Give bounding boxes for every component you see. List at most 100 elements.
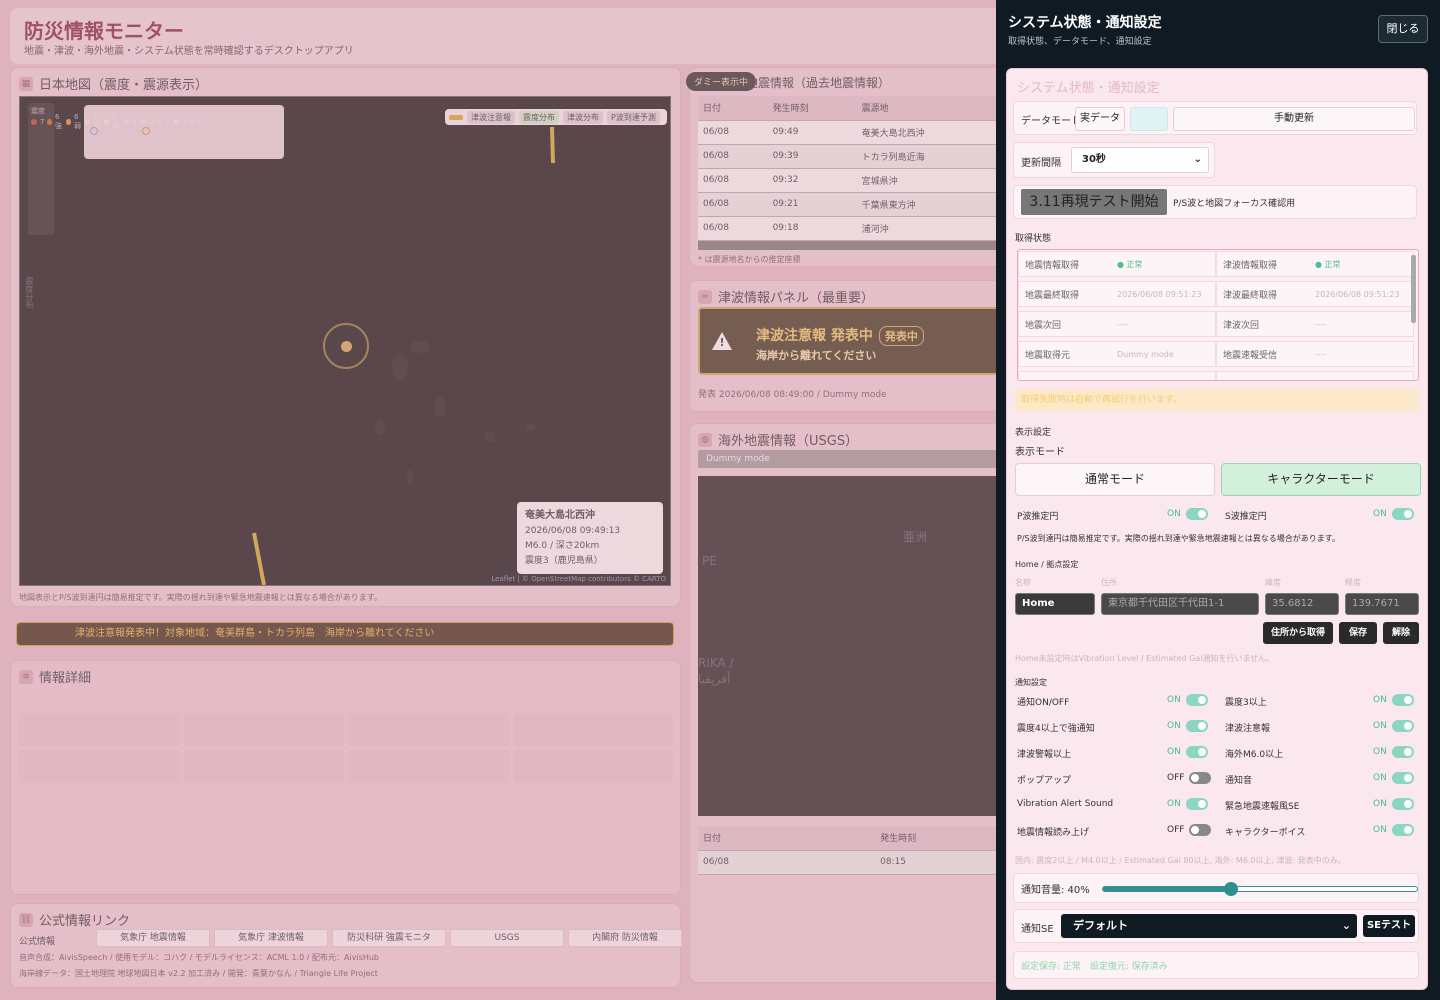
status-cell: 地震取得元 Dummy mode bbox=[1018, 341, 1216, 367]
notify-toggle[interactable]: ON bbox=[1167, 694, 1208, 706]
home-address-input[interactable]: 東京都千代田区千代田1-1 bbox=[1101, 593, 1259, 615]
status-value: 2026/06/08 09:51:23 bbox=[1315, 289, 1400, 299]
manual-refresh-button[interactable]: 手動更新 bbox=[1173, 107, 1415, 131]
notify-toggle-label: 津波注意報 bbox=[1225, 724, 1271, 734]
status-key: 地震速報受信 bbox=[1223, 350, 1278, 361]
character-mode-button[interactable]: キャラクターモード bbox=[1221, 463, 1421, 496]
home-save-button[interactable]: 保存 bbox=[1339, 622, 1377, 644]
home-lon-input[interactable]: 139.7671 bbox=[1345, 593, 1419, 615]
status-key: 地震情報取得 bbox=[1025, 260, 1080, 271]
home-clear-button[interactable]: 解除 bbox=[1383, 622, 1419, 644]
notify-toggle[interactable]: ON bbox=[1373, 798, 1414, 810]
notify-toggle[interactable]: ON bbox=[1373, 772, 1414, 784]
status-grid: 地震情報取得 ● 正常 津波情報取得 ● 正常 地震最終取得 2026/06/08 09:… bbox=[1017, 249, 1419, 381]
status-cell: 津波最終取得 2026/06/08 09:51:23 bbox=[1216, 281, 1414, 307]
settings-card: システム状態・通知設定 データモード 実データ 手動更新 更新間隔 30秒 ⌄ 3… bbox=[1006, 68, 1428, 990]
notify-toggle-label: 震度3以上 bbox=[1225, 698, 1267, 708]
display-title: 表示設定 bbox=[1015, 428, 1052, 438]
toggle-switch[interactable] bbox=[1185, 798, 1208, 810]
real-data-button[interactable]: 実データ bbox=[1075, 107, 1125, 131]
normal-mode-button[interactable]: 通常モード bbox=[1015, 463, 1215, 496]
status-key: 地図表示 bbox=[1223, 378, 1315, 381]
status-value: ---- bbox=[1315, 319, 1327, 329]
dummy-data-button[interactable] bbox=[1130, 107, 1168, 131]
status-key: 地震次回 bbox=[1025, 320, 1062, 331]
drawer-subtitle: 取得状態、データモード、通知設定 bbox=[1008, 37, 1152, 47]
s-circle-switch[interactable] bbox=[1391, 508, 1414, 520]
toggle-state: ON bbox=[1373, 721, 1387, 731]
status-value: ---- bbox=[1315, 349, 1327, 359]
notify-toggle-label: キャラクターボイス bbox=[1225, 828, 1306, 838]
geocode-button[interactable]: 住所から取得 bbox=[1263, 622, 1333, 644]
toggle-switch[interactable] bbox=[1185, 746, 1208, 758]
notify-toggle-label: ポップアップ bbox=[1017, 776, 1072, 786]
home-note: Home未設定時はVibration Level / Estimated Gal… bbox=[1015, 654, 1275, 663]
status-cell: 地震次回 ---- bbox=[1018, 311, 1216, 337]
notify-note: 国内: 震度2以上 / M4.0以上 / Estimated Gal 80以上,… bbox=[1015, 856, 1346, 865]
status-value: ● 正常 bbox=[1315, 259, 1341, 269]
se-label: 通知SE bbox=[1021, 924, 1054, 935]
home-lat-input[interactable]: 35.6812 bbox=[1265, 593, 1339, 615]
s-circle-state: ON bbox=[1373, 509, 1387, 519]
ps-note: P/S波到達円は簡易推定です。実際の揺れ到達や緊急地震速報とは異なる場合がありま… bbox=[1017, 534, 1340, 543]
toggle-switch[interactable] bbox=[1189, 824, 1212, 836]
status-value: ● 正常 bbox=[1117, 259, 1143, 269]
data-mode-label: データモード bbox=[1021, 116, 1081, 127]
notify-toggle-label: 海外M6.0以上 bbox=[1225, 750, 1284, 760]
notify-toggle-label: 地震情報読み上げ bbox=[1017, 828, 1090, 838]
home-name-input[interactable]: Home bbox=[1015, 593, 1095, 615]
se-value: デフォルト bbox=[1073, 919, 1128, 932]
status-scrollbar[interactable] bbox=[1411, 255, 1416, 323]
status-key: 地震最終取得 bbox=[1025, 290, 1080, 301]
status-cell: 地震速報受信 ---- bbox=[1216, 341, 1414, 367]
toggle-switch[interactable] bbox=[1189, 772, 1212, 784]
toggle-switch[interactable] bbox=[1391, 720, 1414, 732]
drawer-title: システム状態・通知設定 bbox=[1008, 15, 1162, 31]
toggle-switch[interactable] bbox=[1185, 694, 1208, 706]
status-cell: 津波次回 ---- bbox=[1216, 311, 1414, 337]
notify-toggle[interactable]: ON bbox=[1167, 720, 1208, 732]
toggle-switch[interactable] bbox=[1391, 746, 1414, 758]
test-start-button[interactable]: 3.11再現テスト開始 bbox=[1021, 189, 1167, 215]
status-value: Dummy mode bbox=[1117, 380, 1174, 381]
status-cell: 津波情報取得 ● 正常 bbox=[1216, 251, 1414, 277]
toggle-switch[interactable] bbox=[1391, 772, 1414, 784]
notify-toggle[interactable]: ON bbox=[1167, 798, 1208, 810]
toggle-switch[interactable] bbox=[1391, 694, 1414, 706]
toggle-state: ON bbox=[1373, 695, 1387, 705]
toggle-state: OFF bbox=[1167, 825, 1185, 835]
notify-toggle[interactable]: ON bbox=[1373, 746, 1414, 758]
se-test-button[interactable]: SEテスト bbox=[1363, 915, 1415, 937]
close-button[interactable]: 閉じる bbox=[1378, 15, 1428, 43]
toggle-switch[interactable] bbox=[1391, 798, 1414, 810]
s-circle-toggle[interactable]: ON bbox=[1373, 508, 1414, 520]
volume-slider[interactable] bbox=[1102, 882, 1418, 896]
notify-toggle[interactable]: ON bbox=[1373, 694, 1414, 706]
notify-toggle[interactable]: ON bbox=[1167, 746, 1208, 758]
p-circle-switch[interactable] bbox=[1185, 508, 1208, 520]
notify-toggle-label: 津波警報以上 bbox=[1017, 750, 1072, 760]
test-note: P/S波と地図フォーカス確認用 bbox=[1173, 199, 1296, 209]
home-lon-label: 経度 bbox=[1345, 578, 1361, 587]
chevron-down-icon: ⌄ bbox=[1193, 154, 1202, 165]
status-row: 地震次回 ---- 津波次回 ---- bbox=[1018, 310, 1414, 338]
toggle-switch[interactable] bbox=[1391, 824, 1414, 836]
p-circle-label: P波推定円 bbox=[1017, 512, 1059, 522]
notify-toggle[interactable]: ON bbox=[1373, 720, 1414, 732]
volume-knob[interactable] bbox=[1223, 882, 1238, 896]
card-title: システム状態・通知設定 bbox=[1017, 81, 1160, 96]
s-circle-label: S波推定円 bbox=[1225, 512, 1267, 522]
modal-overlay[interactable] bbox=[0, 0, 996, 1000]
interval-select[interactable]: 30秒 ⌄ bbox=[1071, 147, 1209, 173]
home-lat-label: 緯度 bbox=[1265, 578, 1281, 587]
status-cell: 地震最終取得 2026/06/08 09:51:23 bbox=[1018, 281, 1216, 307]
notify-toggle[interactable]: ON bbox=[1373, 824, 1414, 836]
toggle-switch[interactable] bbox=[1185, 720, 1208, 732]
se-select[interactable]: デフォルト ⌄ bbox=[1061, 914, 1357, 938]
status-key: 地震取得元 bbox=[1025, 350, 1071, 361]
volume-fill bbox=[1103, 887, 1231, 891]
notify-toggle[interactable]: OFF bbox=[1167, 772, 1212, 784]
p-circle-toggle[interactable]: ON bbox=[1167, 508, 1208, 520]
notify-toggle-label: Vibration Alert Sound bbox=[1017, 799, 1114, 809]
notify-toggle[interactable]: OFF bbox=[1167, 824, 1212, 836]
